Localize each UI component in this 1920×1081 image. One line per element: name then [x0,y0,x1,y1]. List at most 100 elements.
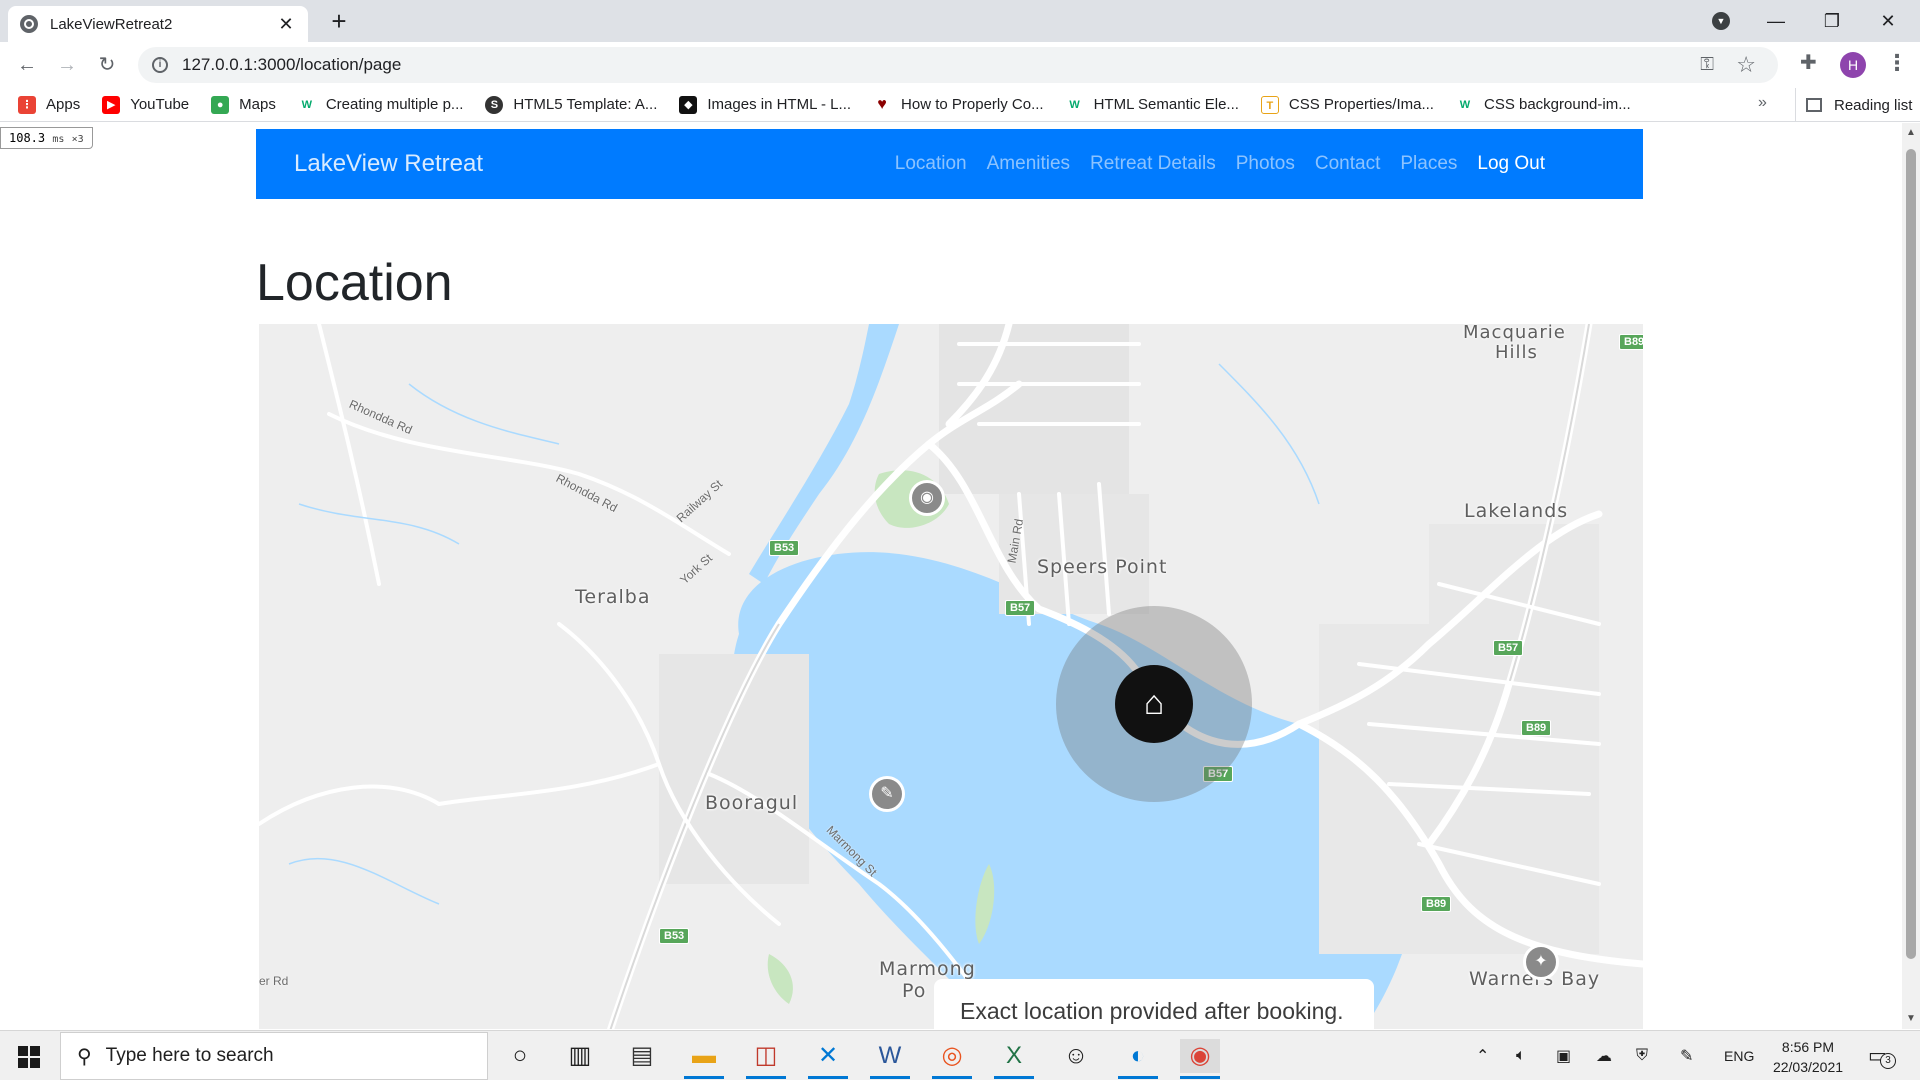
bookmark-item[interactable]: T CSS Properties/Ima... [1260,95,1434,114]
nav-amenities[interactable]: Amenities [987,153,1070,175]
pin-icon[interactable]: ✎ [869,776,905,812]
edge-icon[interactable]: ◐ [1118,1039,1158,1079]
word-icon[interactable]: W [870,1039,910,1079]
road-shield: B57 [1493,640,1524,656]
chrome-icon[interactable]: ◉ [1180,1039,1220,1079]
sparkle-icon[interactable]: ✦ [1523,944,1559,980]
clock-date: 22/03/2021 [1772,1059,1844,1075]
map-label-hills: Hills [1495,342,1538,363]
tutorialspoint-icon: T [1260,95,1279,114]
nav-places[interactable]: Places [1400,153,1457,175]
bookmark-item[interactable]: ▶ YouTube [102,95,190,114]
windows-taskbar: ⚲ Type here to search ○ ▥ ▤ ▬ ◫ ✕ W ◎ X … [0,1030,1920,1080]
tab-search-icon[interactable]: ▼ [1712,12,1730,30]
file-explorer-icon[interactable]: ▬ [684,1039,724,1079]
smiley-icon[interactable]: ☺ [1056,1039,1096,1073]
w3schools-icon: W [297,95,316,114]
bookmark-label: How to Properly Co... [901,96,1044,113]
page-scrollbar[interactable]: ▲ ▼ [1902,123,1920,1029]
bookmark-label: YouTube [130,96,190,113]
meet-icon[interactable]: ▣ [1556,1031,1571,1081]
security-icon[interactable]: ⛨ [1636,1031,1648,1081]
profile-avatar[interactable]: H [1840,52,1866,78]
extensions-icon[interactable]: ✚ [1800,50,1817,75]
browser-menu-icon[interactable]: ⋮ [1886,50,1908,76]
language-indicator[interactable]: ENG [1724,1031,1754,1081]
nav-photos[interactable]: Photos [1236,153,1295,175]
scrollbar-thumb[interactable] [1906,149,1916,959]
road-shield: B53 [659,928,690,944]
tray-chevron-icon[interactable]: ⌃ [1476,1031,1489,1081]
map-label-speers-point: Speers Point [1037,556,1168,578]
map-canvas [259,324,1643,1029]
bookmarks-overflow-icon[interactable]: » [1758,94,1767,112]
site-info-icon[interactable]: i [152,57,168,73]
bookmark-label: CSS Properties/Ima... [1288,96,1434,113]
nav-logout[interactable]: Log Out [1477,153,1545,175]
cortana-icon[interactable]: ○ [500,1039,540,1073]
notification-icon[interactable]: ▭ 3 [1868,1043,1896,1069]
ubuntu-icon[interactable]: ◎ [932,1039,972,1079]
bookmark-star-icon[interactable]: ☆ [1736,52,1756,78]
maps-pin-icon: ● [211,95,230,114]
store-icon[interactable]: ▤ [622,1039,662,1073]
perf-unit: ms [52,134,65,145]
reload-icon[interactable]: ↻ [92,50,122,80]
bookmark-item[interactable]: W Creating multiple p... [297,95,463,114]
url-text[interactable]: 127.0.0.1:3000/location/page [182,55,401,75]
bookmark-item[interactable]: S HTML5 Template: A... [485,95,657,114]
w3schools-icon: W [1455,95,1474,114]
map-label-booragul: Booragul [705,792,799,814]
bookmark-item[interactable]: ♥ How to Properly Co... [873,95,1044,114]
taskbar-search[interactable]: ⚲ Type here to search [60,1032,488,1080]
new-tab-button[interactable]: + [325,6,353,36]
home-icon[interactable]: ⌂ [1115,665,1193,743]
road-shield: B89 [1421,896,1452,912]
bookmark-item[interactable]: W CSS background-im... [1455,95,1631,114]
nav-location[interactable]: Location [895,153,967,175]
reading-list-label: Reading list [1834,96,1913,114]
location-map[interactable]: Macquarie Hills Lakelands Speers Point T… [259,324,1643,1029]
close-window-icon[interactable]: ✕ [1860,11,1916,32]
perf-value: 108.3 [9,131,46,145]
scroll-up-icon[interactable]: ▲ [1906,127,1916,138]
pen-icon[interactable]: ✎ [1680,1031,1693,1081]
vscode-icon[interactable]: ✕ [808,1039,848,1079]
key-icon[interactable]: ⚿ [1700,54,1714,75]
task-view-icon[interactable]: ▥ [560,1039,600,1073]
tab-close-icon[interactable]: ✕ [276,14,296,35]
w3schools-icon: W [1065,95,1084,114]
road-shield: B89 [1619,334,1643,350]
taskbar-clock[interactable]: 8:56 PM 22/03/2021 [1768,1037,1848,1077]
bookmark-item[interactable]: ● Maps [211,95,276,114]
reading-list-button[interactable]: Reading list [1795,88,1912,122]
back-icon[interactable]: ← [12,50,42,80]
app-icon[interactable]: ◫ [746,1039,786,1079]
map-label-lakelands: Lakelands [1464,500,1569,522]
volume-icon[interactable]: 🔈︎ [1516,1031,1526,1081]
browser-toolbar: ← → ↻ i 127.0.0.1:3000/location/page ⚿ ☆ [0,42,1920,88]
site-brand[interactable]: LakeView Retreat [294,150,483,178]
reading-list-icon [1806,98,1822,112]
bookmark-label: HTML Semantic Ele... [1093,96,1239,113]
onedrive-icon[interactable]: ☁ [1596,1031,1612,1081]
bookmark-item[interactable]: W HTML Semantic Ele... [1065,95,1239,114]
clock-time: 8:56 PM [1781,1039,1835,1055]
road-shield: B53 [769,540,800,556]
bookmark-item[interactable]: ⋮ Apps [18,95,80,114]
restore-icon[interactable]: ❐ [1804,11,1860,32]
bookmark-item[interactable]: ◆ Images in HTML - L... [679,95,851,114]
scroll-down-icon[interactable]: ▼ [1906,1013,1916,1024]
address-bar[interactable]: i 127.0.0.1:3000/location/page ⚿ ☆ [138,47,1778,83]
browser-tab[interactable]: LakeViewRetreat2 ✕ [8,6,308,42]
bookmark-label: CSS background-im... [1483,96,1631,113]
nav-contact[interactable]: Contact [1315,153,1380,175]
forward-icon[interactable]: → [52,50,82,80]
excel-icon[interactable]: X [994,1039,1034,1079]
windows-start-icon[interactable] [18,1046,40,1068]
minimize-icon[interactable]: — [1748,11,1804,32]
nav-retreat-details[interactable]: Retreat Details [1090,153,1216,175]
bookmarks-bar: ⋮ Apps ▶ YouTube ● Maps W Creating multiple … [0,88,1920,122]
camera-icon[interactable]: ◉ [909,480,945,516]
map-label-marmong: Marmong [879,958,976,980]
